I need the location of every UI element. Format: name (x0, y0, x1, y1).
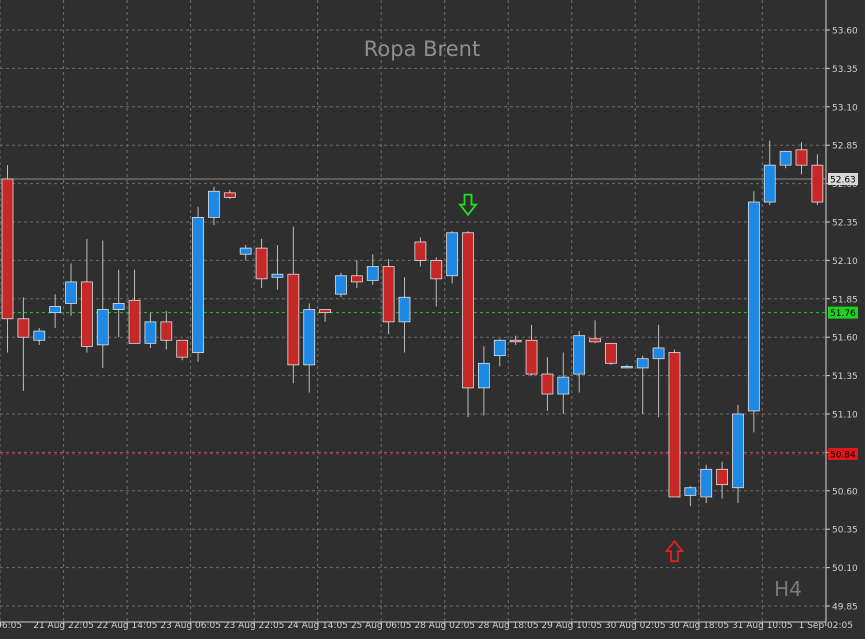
price-tick-label: 50.60 (832, 487, 858, 497)
candle-bullish (192, 216, 204, 353)
candle-bullish (33, 330, 46, 341)
candle-bullish (732, 413, 744, 489)
candle-bullish (208, 190, 220, 218)
timeframe-label: H4 (774, 577, 802, 601)
chart-svg[interactable]: Ropa Brent H4 53.6053.3553.1052.8552.605… (0, 0, 865, 634)
candle-bearish (382, 266, 395, 323)
candle-bearish (176, 339, 189, 358)
price-chart[interactable]: Ropa Brent H4 53.60 53.35 53.10 52.85 52.60 5… (0, 0, 865, 634)
candle-bearish (17, 318, 30, 338)
candle-bullish (303, 309, 316, 366)
candle-bearish (668, 352, 681, 498)
level-label: 52.63 (830, 175, 856, 185)
candle-bearish (319, 309, 332, 314)
price-tick-label: 52.85 (832, 142, 858, 152)
candle-bearish (462, 232, 474, 389)
candle-bullish (96, 309, 109, 346)
candle-bullish (493, 339, 506, 357)
candle-bullish (65, 281, 77, 304)
candle-bullish (144, 321, 157, 344)
price-tick-label: 52.10 (832, 257, 858, 267)
candle-bearish (795, 149, 808, 166)
candle-bearish (160, 321, 173, 341)
price-tick-label: 50.35 (832, 526, 858, 536)
price-tick-label: 52.35 (832, 219, 858, 229)
candle-bullish (747, 201, 760, 412)
candle-bearish (525, 339, 538, 375)
candle-bearish (81, 281, 93, 347)
candle-bullish (684, 487, 697, 496)
candle-bullish (779, 150, 792, 166)
candle-bullish (239, 247, 252, 255)
candle-bullish (49, 306, 62, 314)
candle-bullish (763, 164, 776, 203)
candle-bullish (636, 358, 649, 369)
candle-bullish (557, 376, 570, 395)
price-tick-label: 49.85 (832, 603, 858, 613)
time-axis: 06:0521 Aug 22:0522 Aug 14:0523 Aug 06:0… (0, 621, 853, 631)
price-tick-label: 53.60 (832, 27, 858, 37)
candle-bullish (573, 335, 586, 375)
price-tick-label: 50.10 (832, 564, 858, 574)
price-tick-label: 51.60 (832, 334, 858, 344)
candle-bearish (589, 338, 601, 343)
price-tick-label: 51.35 (832, 372, 858, 382)
candle-bullish (620, 365, 633, 369)
candle-bullish (652, 347, 665, 360)
candle-bearish (223, 192, 236, 198)
price-tick-label: 51.85 (832, 295, 858, 305)
chart-title: Ropa Brent (364, 37, 480, 61)
candle-bearish (1, 178, 14, 320)
candle-bearish (509, 339, 522, 343)
candle-bearish (541, 373, 554, 395)
candle-bullish (271, 273, 284, 278)
candle-bullish (700, 468, 713, 498)
price-tick-label: 51.10 (832, 411, 858, 421)
candle-bullish (398, 296, 411, 323)
candle-bullish (366, 266, 379, 281)
candle-bullish (446, 232, 459, 277)
price-tick-label: 53.10 (832, 103, 858, 113)
candle-bullish (477, 362, 490, 389)
candle-bearish (811, 164, 824, 203)
candle-bearish (605, 342, 617, 364)
candle-bearish (255, 247, 268, 280)
candle-bullish (335, 275, 347, 295)
level-label: 50.84 (830, 450, 856, 460)
candle-bearish (430, 259, 443, 280)
level-label: 51.76 (830, 309, 856, 319)
price-tick-label: 53.35 (832, 65, 858, 75)
candle-bullish (112, 303, 125, 310)
candle-bearish (128, 299, 141, 344)
candle-bearish (350, 275, 363, 283)
candle-bearish (414, 241, 427, 261)
candle-bearish (716, 468, 728, 486)
candle-bearish (287, 273, 300, 366)
